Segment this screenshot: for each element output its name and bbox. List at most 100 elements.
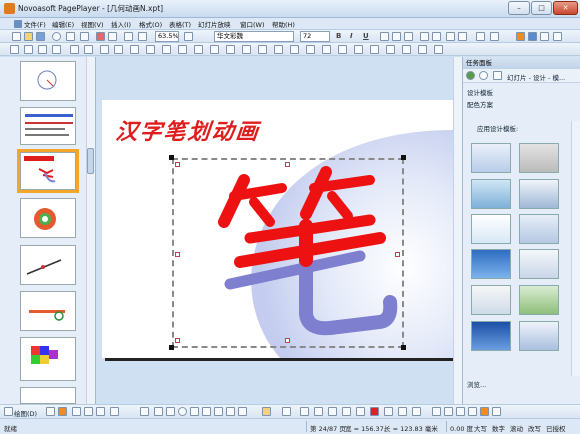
rotate-free-icon[interactable] [72, 407, 81, 416]
link-color-schemes[interactable]: 配色方案 [467, 99, 493, 109]
thumbnail-scroll-thumb[interactable] [87, 148, 94, 174]
picture-icon[interactable] [290, 45, 299, 54]
polygon-icon[interactable] [214, 407, 223, 416]
callout-icon[interactable] [110, 407, 119, 416]
page-number-icon[interactable] [274, 45, 283, 54]
design-template-thumb[interactable] [519, 321, 559, 351]
animation-icon[interactable] [338, 45, 347, 54]
group-draw-icon[interactable] [84, 407, 93, 416]
autoshape-icon[interactable] [58, 407, 67, 416]
table-icon[interactable] [130, 45, 139, 54]
design-template-thumb[interactable] [471, 143, 511, 173]
anchor-handle[interactable] [175, 338, 180, 343]
select-icon[interactable] [46, 407, 55, 416]
outdent-icon[interactable] [458, 32, 467, 41]
equation-icon[interactable] [178, 45, 187, 54]
stop-icon[interactable] [432, 407, 441, 416]
bold-button[interactable]: B [336, 32, 341, 40]
chart-icon[interactable] [146, 45, 155, 54]
transition-icon[interactable] [354, 45, 363, 54]
open-icon[interactable] [24, 32, 33, 41]
spell-icon[interactable] [80, 32, 89, 41]
new-icon[interactable] [12, 32, 21, 41]
design-template-thumb[interactable] [471, 285, 511, 315]
slide-title[interactable]: 汉字笔划动画 [114, 114, 261, 146]
resize-handle-bl[interactable] [169, 345, 174, 350]
design-template-thumb[interactable] [519, 143, 559, 173]
design-template-thumb[interactable] [519, 179, 559, 209]
slide-thumbnail-1[interactable] [20, 61, 76, 101]
triangle-icon[interactable] [190, 407, 199, 416]
draw-menu[interactable]: 绘图(D) [14, 408, 37, 418]
arrow-icon[interactable] [166, 407, 175, 416]
align-left-icon[interactable] [380, 32, 389, 41]
play-icon[interactable] [370, 45, 379, 54]
resize-handle-tr[interactable] [401, 155, 406, 160]
forward-icon[interactable] [479, 71, 488, 80]
3d-icon[interactable] [356, 407, 365, 416]
textbox-icon[interactable] [162, 45, 171, 54]
underline-button[interactable]: U [363, 32, 369, 40]
menu-edit[interactable]: 编辑(E) [52, 19, 74, 29]
browse-link[interactable]: 浏览... [467, 379, 486, 389]
wordart-icon[interactable] [322, 45, 331, 54]
align-center-icon[interactable] [392, 32, 401, 41]
maximize-button[interactable]: □ [531, 1, 552, 15]
slide-thumbnail-7[interactable] [20, 337, 76, 381]
design-template-thumb[interactable] [519, 285, 559, 315]
date-icon[interactable] [258, 45, 267, 54]
prev-frame-icon[interactable] [456, 407, 465, 416]
dash-style-icon[interactable] [314, 407, 323, 416]
minimize-button[interactable]: – [508, 1, 530, 15]
preview-icon[interactable] [52, 32, 61, 41]
save-icon[interactable] [36, 32, 45, 41]
order-front-icon[interactable] [100, 45, 109, 54]
menu-window[interactable]: 窗口(W) [240, 19, 265, 29]
animated-character[interactable] [210, 152, 400, 342]
design-template-thumb[interactable] [471, 214, 511, 244]
pointer-icon[interactable] [140, 407, 149, 416]
motion-icon[interactable] [398, 407, 407, 416]
distribute-icon[interactable] [24, 45, 33, 54]
design-template-thumb[interactable] [471, 249, 511, 279]
rectangle-icon[interactable] [202, 407, 211, 416]
task-pane-scrollbar[interactable] [571, 121, 580, 376]
flip-icon[interactable] [84, 45, 93, 54]
resize-handle-br[interactable] [401, 345, 406, 350]
slide-canvas[interactable]: 汉字笔划动画 [102, 100, 454, 358]
next-frame-icon[interactable] [468, 407, 477, 416]
last-frame-icon[interactable] [492, 407, 501, 416]
ellipse-icon[interactable] [178, 407, 187, 416]
slide-thumbnail-4[interactable] [20, 198, 76, 238]
first-frame-icon[interactable] [444, 407, 453, 416]
close-button[interactable]: ✕ [553, 1, 578, 15]
anchor-handle[interactable] [175, 252, 180, 257]
design-template-thumb[interactable] [471, 179, 511, 209]
movie-icon[interactable] [226, 45, 235, 54]
record-icon[interactable] [386, 45, 395, 54]
design-template-thumb[interactable] [519, 214, 559, 244]
menu-slideshow[interactable]: 幻灯片放映 [198, 19, 231, 29]
highlight-icon[interactable] [490, 32, 499, 41]
line-icon[interactable] [154, 407, 163, 416]
layout-icon[interactable] [540, 32, 549, 41]
zoom-select[interactable]: 63.5% [155, 31, 179, 42]
undo-icon[interactable] [124, 32, 133, 41]
menu-view[interactable]: 视图(V) [81, 19, 104, 29]
link-icon[interactable] [194, 45, 203, 54]
rotate-icon[interactable] [70, 45, 79, 54]
menu-table[interactable]: 表格(T) [169, 19, 191, 29]
slide-thumbnail-8[interactable] [20, 387, 76, 404]
menu-format[interactable]: 格式(O) [139, 19, 162, 29]
align-right-icon[interactable] [404, 32, 413, 41]
design-template-thumb[interactable] [471, 321, 511, 351]
more-icon[interactable] [553, 32, 562, 41]
copy-icon[interactable] [108, 32, 117, 41]
font-size-select[interactable]: 72 [300, 31, 330, 42]
font-color-icon[interactable] [476, 32, 485, 41]
menu-insert[interactable]: 插入(I) [111, 19, 131, 29]
master-icon[interactable] [516, 32, 525, 41]
italic-button[interactable]: I [350, 32, 353, 40]
link-design-templates[interactable]: 设计模板 [467, 87, 493, 97]
redo-icon[interactable] [138, 32, 147, 41]
